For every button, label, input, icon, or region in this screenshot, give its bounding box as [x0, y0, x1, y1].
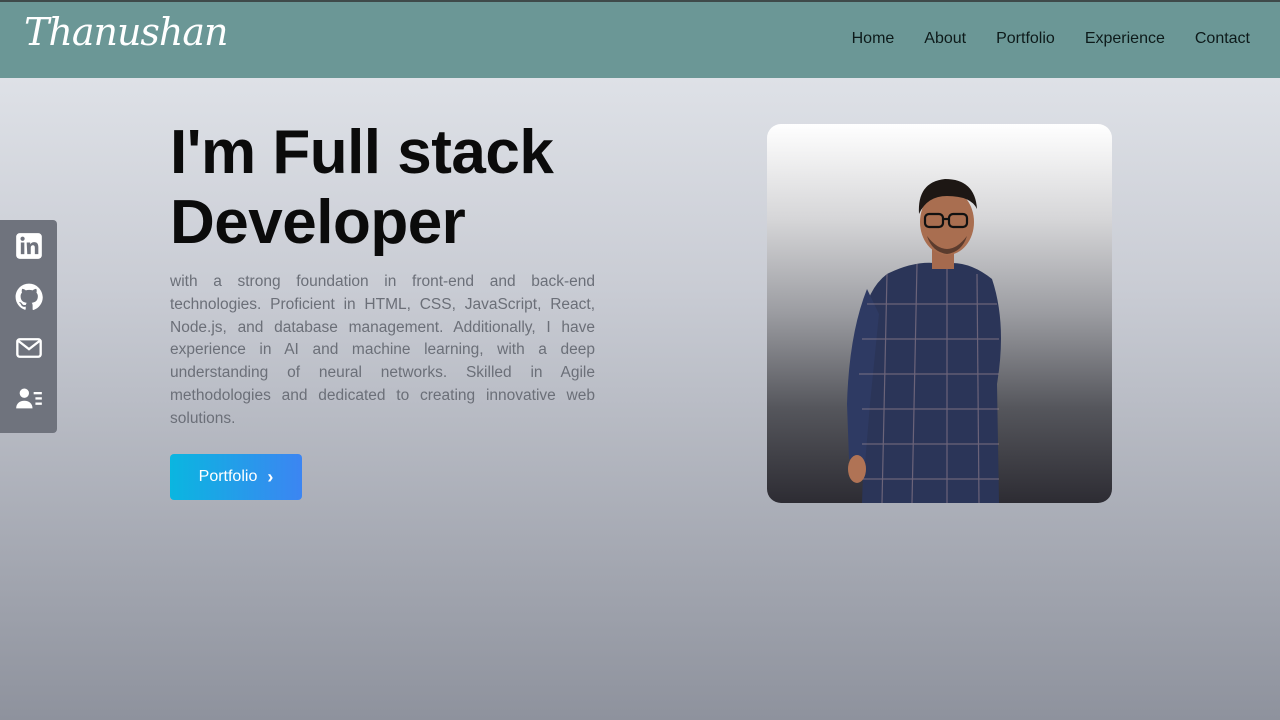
person-illustration [847, 179, 1001, 503]
hero-title: I'm Full stack Developer [170, 118, 650, 258]
nav-home[interactable]: Home [852, 30, 895, 48]
brand-logo[interactable]: Thanushan [24, 10, 229, 54]
social-sidebar [0, 220, 57, 433]
nav-contact[interactable]: Contact [1195, 30, 1250, 48]
github-icon[interactable] [14, 283, 44, 311]
chevron-right-icon: › [267, 466, 274, 487]
linkedin-icon[interactable] [14, 232, 44, 260]
nav-experience[interactable]: Experience [1085, 30, 1165, 48]
nav-about[interactable]: About [924, 30, 966, 48]
hero-title-line1: I'm Full stack [170, 118, 554, 187]
portfolio-button-label: Portfolio [198, 468, 258, 485]
hero-description: with a strong foundation in front-end an… [170, 273, 595, 427]
nav-portfolio[interactable]: Portfolio [996, 30, 1055, 48]
contact-card-icon[interactable] [14, 385, 44, 413]
hero-title-line2: Developer [170, 188, 466, 257]
top-navbar: Thanushan Home About Portfolio Experienc… [0, 0, 1280, 78]
profile-photo [767, 124, 1112, 503]
portfolio-button[interactable]: Portfolio › [170, 454, 302, 500]
mail-icon[interactable] [14, 334, 44, 362]
nav-links: Home About Portfolio Experience Contact [822, 30, 1250, 48]
